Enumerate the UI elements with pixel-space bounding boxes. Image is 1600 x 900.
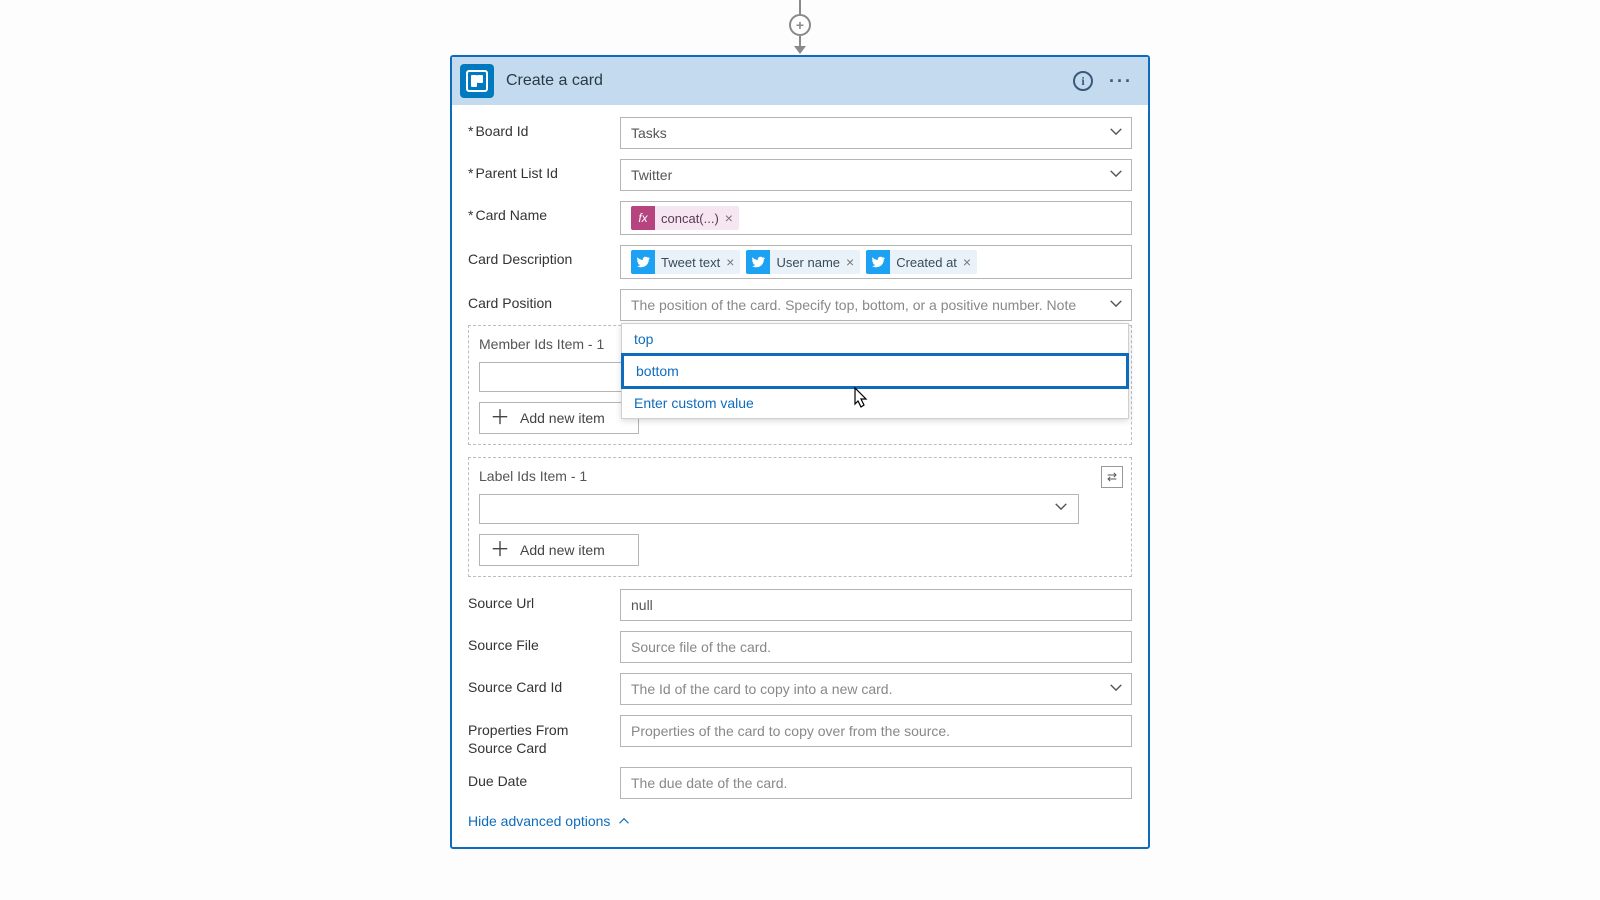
token-remove[interactable]: × [846,254,854,270]
input-source-file[interactable]: Source file of the card. [620,631,1132,663]
label-parent-list: *Parent List Id [468,159,608,181]
label-source-url: Source Url [468,589,608,611]
option-bottom[interactable]: bottom [621,353,1129,389]
token-remove[interactable]: × [726,254,734,270]
token-remove[interactable]: × [963,254,971,270]
label-ids-block: Label Ids Item - 1 ⇄ ＋ Add new item [468,457,1132,577]
token-user-name[interactable]: User name × [746,250,860,274]
label-source-card-id: Source Card Id [468,673,608,695]
chevron-down-icon [1109,681,1123,698]
token-created-at[interactable]: Created at × [866,250,977,274]
info-button[interactable]: i [1070,68,1096,94]
label-source-file: Source File [468,631,608,653]
hide-advanced-toggle[interactable]: Hide advanced options [468,813,1132,829]
chevron-up-icon [618,815,630,827]
fx-icon: fx [631,206,655,230]
label-props-source: Properties From Source Card [468,715,608,757]
chevron-down-icon [1109,167,1123,184]
info-icon: i [1073,71,1093,91]
arrow-down-icon [794,46,806,54]
flow-canvas: + Create a card i ··· *Board Id Tasks [450,0,1150,849]
card-position-dropdown: top bottom Enter custom value [621,323,1129,419]
connector: + [450,0,1150,55]
action-card: Create a card i ··· *Board Id Tasks [450,55,1150,849]
input-props-source[interactable]: Properties of the card to copy over from… [620,715,1132,747]
input-due-date[interactable]: The due date of the card. [620,767,1132,799]
input-source-url[interactable]: null [620,589,1132,621]
chevron-down-icon [1109,125,1123,142]
add-member-item[interactable]: ＋ Add new item [479,402,639,434]
input-source-card-id[interactable]: The Id of the card to copy into a new ca… [620,673,1132,705]
twitter-icon [631,250,655,274]
label-card-name: *Card Name [468,201,608,223]
twitter-icon [746,250,770,274]
card-body: *Board Id Tasks *Parent List Id Twitter [452,105,1148,847]
plus-icon: ＋ [490,540,510,560]
label-card-description: Card Description [468,245,608,267]
twitter-icon [866,250,890,274]
card-header[interactable]: Create a card i ··· [452,57,1148,105]
input-card-position[interactable]: The position of the card. Specify top, b… [620,289,1132,321]
input-label-ids[interactable] [479,494,1079,524]
token-tweet-text[interactable]: Tweet text × [631,250,740,274]
add-step-button[interactable]: + [789,14,811,36]
label-due-date: Due Date [468,767,608,789]
plus-icon: ＋ [490,408,510,428]
label-board-id: *Board Id [468,117,608,139]
add-label-item[interactable]: ＋ Add new item [479,534,639,566]
more-button[interactable]: ··· [1108,68,1134,94]
label-card-position: Card Position [468,289,608,311]
card-title: Create a card [506,72,1058,90]
token-expression[interactable]: fx concat(...) × [631,206,739,230]
input-card-description[interactable]: Tweet text × User name × C [620,245,1132,279]
input-parent-list[interactable]: Twitter [620,159,1132,191]
token-remove[interactable]: × [725,210,733,226]
trello-icon [460,64,494,98]
chevron-down-icon [1109,297,1123,314]
chevron-down-icon [1054,500,1068,519]
input-board-id[interactable]: Tasks [620,117,1132,149]
label-label-ids: Label Ids Item - 1 [479,468,1121,484]
option-custom[interactable]: Enter custom value [622,388,1128,418]
input-card-name[interactable]: fx concat(...) × [620,201,1132,235]
option-top[interactable]: top [622,324,1128,354]
ellipsis-icon: ··· [1109,71,1133,92]
switch-array-mode[interactable]: ⇄ [1101,466,1123,488]
